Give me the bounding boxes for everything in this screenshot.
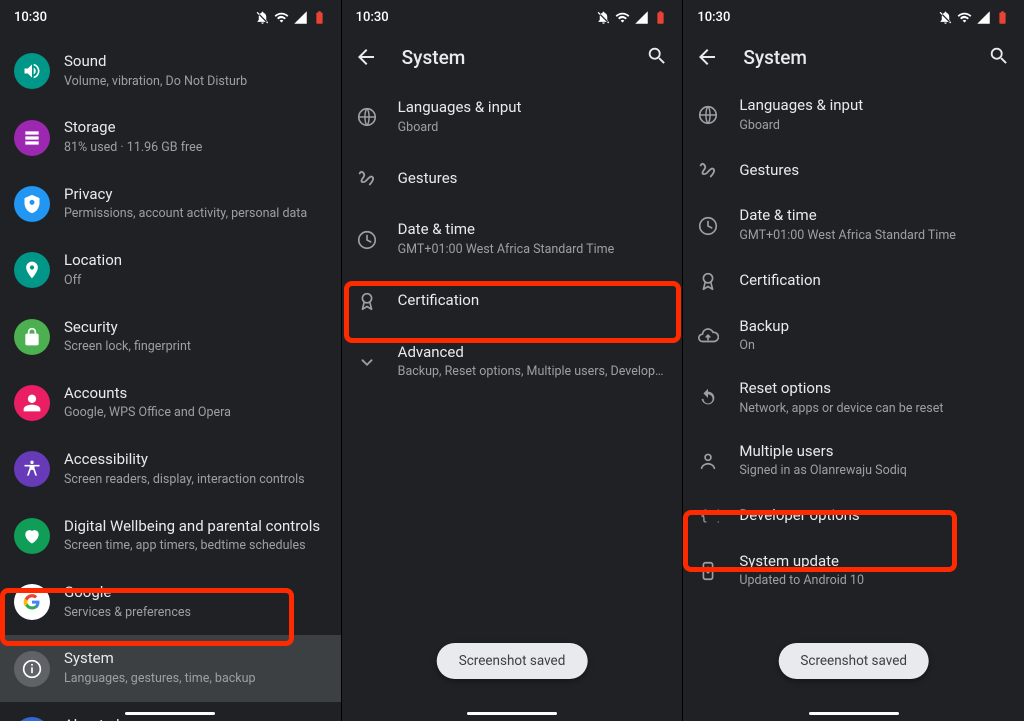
wifi-icon xyxy=(274,10,289,25)
signal-icon xyxy=(976,10,991,25)
search-button[interactable] xyxy=(646,45,670,69)
nav-pill[interactable] xyxy=(125,712,215,715)
accounts-icon xyxy=(14,385,50,421)
item-reset[interactable]: Reset optionsNetwork, apps or device can… xyxy=(683,367,1024,429)
dnd-icon xyxy=(255,10,270,25)
setting-sound[interactable]: SoundVolume, vibration, Do Not Disturb xyxy=(0,38,341,104)
item-gestures[interactable]: Gestures xyxy=(683,146,1024,194)
privacy-icon xyxy=(14,186,50,222)
gestures-icon xyxy=(356,167,398,189)
battery-icon xyxy=(995,10,1010,25)
pane-settings-root: 10:30 SoundVolume, vibration, Do Not Dis… xyxy=(0,0,341,721)
item-gestures[interactable]: Gestures xyxy=(342,150,683,206)
dev-icon xyxy=(697,505,739,527)
nav-pill[interactable] xyxy=(809,712,899,715)
app-bar: System xyxy=(683,30,1024,84)
gestures-icon xyxy=(697,159,739,181)
item-developer[interactable]: Developer options xyxy=(683,492,1024,540)
location-icon xyxy=(14,252,50,288)
system-list: Languages & inputGboard Gestures Date & … xyxy=(342,84,683,395)
toast-screenshot[interactable]: Screenshot saved xyxy=(778,643,929,679)
battery-icon xyxy=(312,10,327,25)
status-time: 10:30 xyxy=(697,10,730,25)
item-advanced[interactable]: AdvancedBackup, Reset options, Multiple … xyxy=(342,329,683,395)
setting-google[interactable]: GoogleServices & preferences xyxy=(0,569,341,635)
clock-icon xyxy=(356,229,398,251)
setting-privacy[interactable]: PrivacyPermissions, account activity, pe… xyxy=(0,171,341,237)
toast-screenshot[interactable]: Screenshot saved xyxy=(437,643,588,679)
battery-icon xyxy=(653,10,668,25)
item-datetime[interactable]: Date & timeGMT+01:00 West Africa Standar… xyxy=(342,206,683,272)
dnd-icon xyxy=(938,10,953,25)
back-button[interactable] xyxy=(354,45,378,69)
page-title: System xyxy=(743,46,964,69)
setting-accounts[interactable]: AccountsGoogle, WPS Office and Opera xyxy=(0,370,341,436)
signal-icon xyxy=(293,10,308,25)
wellbeing-icon xyxy=(14,518,50,554)
security-icon xyxy=(14,319,50,355)
setting-wellbeing[interactable]: Digital Wellbeing and parental controlsS… xyxy=(0,503,341,569)
language-icon xyxy=(356,106,398,128)
search-button[interactable] xyxy=(988,45,1012,69)
about-icon xyxy=(14,717,50,721)
cert-icon xyxy=(697,270,739,292)
app-bar: System xyxy=(342,30,683,84)
item-multiuser[interactable]: Multiple usersSigned in as Olanrewaju So… xyxy=(683,430,1024,492)
pane-system-expanded: 10:30 System Languages & inputGboard Ges… xyxy=(682,0,1024,721)
back-button[interactable] xyxy=(695,45,719,69)
system-icon xyxy=(14,651,50,687)
user-icon xyxy=(697,450,739,472)
item-datetime[interactable]: Date & timeGMT+01:00 West Africa Standar… xyxy=(683,194,1024,256)
item-certification[interactable]: Certification xyxy=(683,257,1024,305)
setting-accessibility[interactable]: AccessibilityScreen readers, display, in… xyxy=(0,436,341,502)
status-time: 10:30 xyxy=(356,10,389,25)
status-bar: 10:30 xyxy=(683,0,1024,30)
dnd-icon xyxy=(596,10,611,25)
item-certification[interactable]: Certification xyxy=(342,273,683,329)
status-time: 10:30 xyxy=(14,10,47,25)
item-update[interactable]: System updateUpdated to Android 10 xyxy=(683,540,1024,602)
a11y-icon xyxy=(14,451,50,487)
status-bar: 10:30 xyxy=(0,0,341,30)
signal-icon xyxy=(634,10,649,25)
wifi-icon xyxy=(615,10,630,25)
update-icon xyxy=(697,560,739,582)
reset-icon xyxy=(697,387,739,409)
status-bar: 10:30 xyxy=(342,0,683,30)
pane-system: 10:30 System Languages & inputGboard Ges… xyxy=(341,0,683,721)
nav-pill[interactable] xyxy=(467,712,557,715)
language-icon xyxy=(697,104,739,126)
item-backup[interactable]: BackupOn xyxy=(683,305,1024,367)
setting-location[interactable]: LocationOff xyxy=(0,237,341,303)
item-languages[interactable]: Languages & inputGboard xyxy=(683,84,1024,146)
setting-system[interactable]: SystemLanguages, gestures, time, backup xyxy=(0,635,341,701)
page-title: System xyxy=(402,46,623,69)
google-icon xyxy=(14,584,50,620)
settings-list: SoundVolume, vibration, Do Not Disturb S… xyxy=(0,30,341,721)
setting-storage[interactable]: Storage81% used · 11.96 GB free xyxy=(0,104,341,170)
setting-security[interactable]: SecurityScreen lock, fingerprint xyxy=(0,304,341,370)
sound-icon xyxy=(14,53,50,89)
storage-icon xyxy=(14,120,50,156)
clock-icon xyxy=(697,215,739,237)
backup-icon xyxy=(697,325,739,347)
item-languages[interactable]: Languages & inputGboard xyxy=(342,84,683,150)
chevron-down-icon xyxy=(356,351,398,373)
wifi-icon xyxy=(957,10,972,25)
system-list: Languages & inputGboard Gestures Date & … xyxy=(683,84,1024,602)
cert-icon xyxy=(356,290,398,312)
